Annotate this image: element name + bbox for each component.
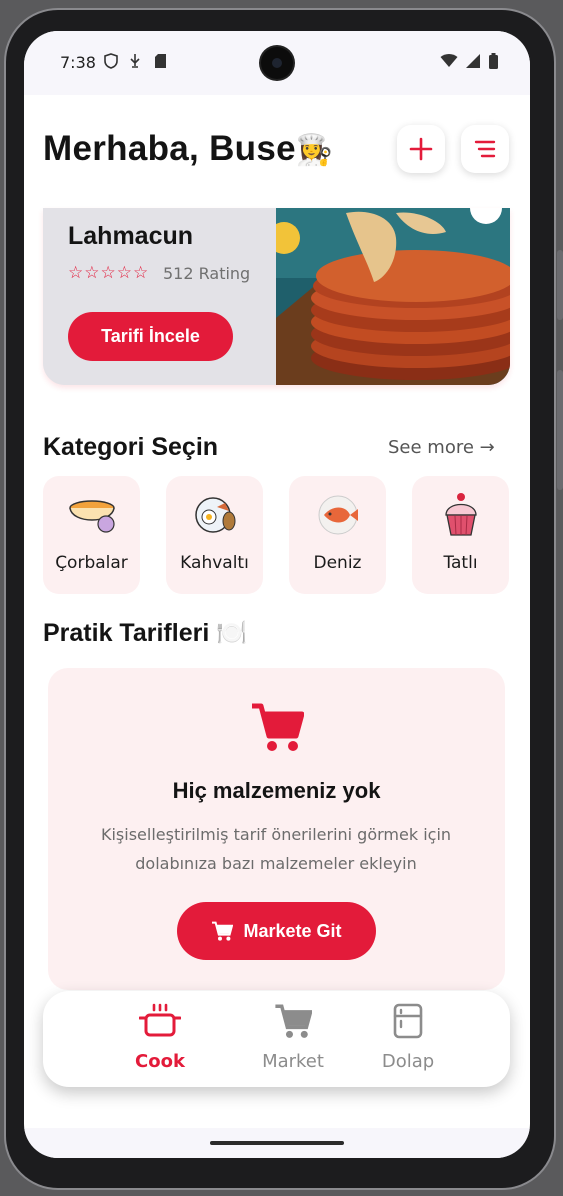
- category-label: Kahvaltı: [180, 553, 249, 573]
- nav-cook[interactable]: Cook: [100, 1003, 220, 1072]
- nav-fridge-label: Dolap: [381, 1051, 435, 1072]
- shield-icon: [104, 53, 118, 73]
- system-icons: [440, 53, 498, 69]
- view-recipe-button[interactable]: Tarifi İncele: [68, 312, 233, 361]
- nav-market-label: Market: [262, 1051, 324, 1072]
- app-screen: 7:38 Merhaba, Buse👩‍🍳 Lahmacun ☆☆☆☆☆ 512…: [24, 31, 530, 1158]
- chef-emoji: 👩‍🍳: [295, 134, 334, 167]
- featured-info-panel: Lahmacun ☆☆☆☆☆ 512 Rating Tarifi İncele: [43, 208, 276, 385]
- cart-icon: [212, 921, 234, 941]
- front-camera: [261, 47, 293, 79]
- soup-bowl-icon: [43, 492, 140, 538]
- nav-cook-label: Cook: [135, 1051, 185, 1072]
- category-label: Tatlı: [443, 553, 478, 573]
- sd-card-icon: [154, 53, 167, 73]
- featured-recipe-title: Lahmacun: [68, 222, 194, 250]
- empty-state-description: Kişiselleştirilmiş tarif önerilerini gör…: [100, 825, 452, 873]
- category-dessert[interactable]: Tatlı: [412, 476, 509, 594]
- battery-icon: [489, 53, 498, 69]
- status-time: 7:38: [60, 53, 96, 72]
- category-breakfast[interactable]: Kahvaltı: [166, 476, 263, 594]
- home-gesture-bar[interactable]: [210, 1141, 344, 1145]
- empty-state-title: Hiç malzemeniz yok: [172, 778, 381, 803]
- category-seafood[interactable]: Deniz: [289, 476, 386, 594]
- power-button: [557, 250, 563, 320]
- cupcake-icon: [412, 492, 509, 538]
- category-label: Çorbalar: [55, 553, 128, 573]
- usb-icon: [128, 53, 142, 73]
- lahmacun-photo: [276, 208, 510, 385]
- nav-market[interactable]: Market: [233, 1003, 353, 1072]
- categories-title: Kategori Seçin: [43, 433, 219, 461]
- status-bar: 7:38: [24, 31, 530, 95]
- fridge-icon: [393, 1003, 423, 1039]
- bottom-navigation: Cook Market Dolap: [43, 991, 510, 1087]
- market-cart-icon: [275, 1004, 313, 1038]
- rating-count: 512 Rating: [163, 264, 251, 283]
- greeting-text: Merhaba, Buse: [43, 129, 296, 168]
- category-soups[interactable]: Çorbalar: [43, 476, 140, 594]
- fish-plate-icon: [289, 492, 386, 538]
- volume-button: [557, 370, 563, 490]
- gesture-area: [24, 1128, 530, 1158]
- signal-icon: [466, 54, 480, 68]
- rating-stars-icon: ☆☆☆☆☆: [68, 263, 150, 283]
- see-more-link[interactable]: See more →: [388, 437, 495, 458]
- category-label: Deniz: [313, 553, 362, 573]
- wifi-icon: [440, 54, 458, 67]
- add-button[interactable]: [397, 125, 445, 173]
- shopping-cart-icon: [252, 703, 304, 751]
- quick-recipes-title: Pratik Tarifleri 🍽️: [43, 619, 248, 647]
- breakfast-plate-icon: [166, 492, 263, 538]
- featured-recipe-card[interactable]: Lahmacun ☆☆☆☆☆ 512 Rating Tarifi İncele: [43, 208, 510, 385]
- empty-state-card: Hiç malzemeniz yok Kişiselleştirilmiş ta…: [48, 668, 505, 990]
- menu-icon: [474, 140, 496, 158]
- greeting-title: Merhaba, Buse👩‍🍳: [43, 129, 334, 169]
- go-to-market-button[interactable]: Markete Git: [177, 902, 376, 960]
- menu-button[interactable]: [461, 125, 509, 173]
- go-to-market-label: Markete Git: [243, 920, 342, 941]
- nav-fridge[interactable]: Dolap: [348, 1003, 468, 1072]
- cooking-pot-icon: [138, 1003, 182, 1037]
- plus-icon: [409, 137, 433, 161]
